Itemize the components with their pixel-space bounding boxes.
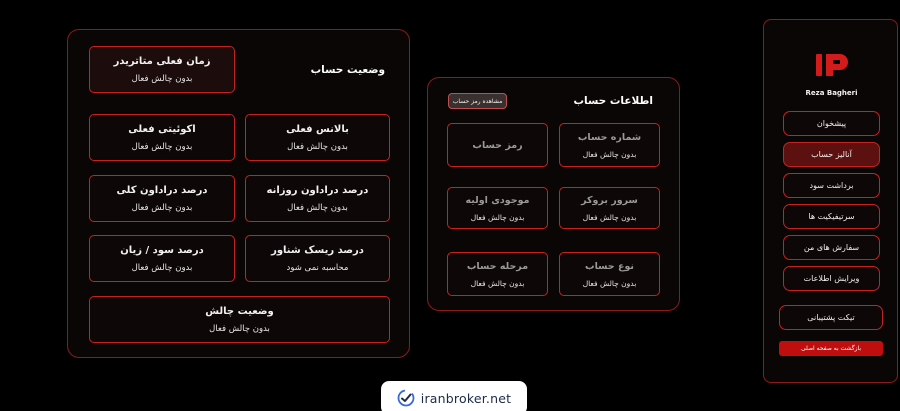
card-value: بدون چالش فعال <box>287 202 348 213</box>
card-title: بالانس فعلی <box>286 123 349 135</box>
user-name: Reza Bagheri <box>805 89 858 97</box>
card-title: اکوئیتی فعلی <box>128 123 196 135</box>
watermark: iranbroker.net <box>381 381 527 411</box>
challenge-status-value: بدون چالش فعال <box>209 323 270 334</box>
account-phase-card: مرحله حساب بدون چالش فعال <box>447 252 548 296</box>
trader-time-card: زمان فعلی متاتریدر بدون چالش فعال <box>89 46 235 93</box>
total-drawdown-card: درصد دراداون کلی بدون چالش فعال <box>89 175 235 222</box>
card-title: رمز حساب <box>472 139 523 151</box>
equity-card: اکوئیتی فعلی بدون چالش فعال <box>89 114 235 161</box>
sidebar: Reza Bagheri پیشخوان آنالیز حساب برداشت … <box>763 19 898 383</box>
challenge-status-card: وضعیت چالش بدون چالش فعال <box>89 296 390 343</box>
support-ticket-button[interactable]: تیکت پشتیبانی <box>779 305 883 330</box>
trader-time-title: زمان فعلی متاتریدر <box>113 55 211 67</box>
broker-server-card: سرور بروکر بدون چالش فعال <box>559 187 660 229</box>
account-status-heading: وضعیت حساب <box>310 64 385 76</box>
sidebar-item-my-orders[interactable]: سفارش های من <box>783 235 880 260</box>
account-password-card: رمز حساب <box>447 123 548 167</box>
profit-loss-card: درصد سود / زیان بدون چالش فعال <box>89 235 235 282</box>
card-value: بدون چالش فعال <box>470 212 525 222</box>
sidebar-item-certificates[interactable]: سرتیفیکیت ها <box>783 204 880 229</box>
sidebar-item-dashboard[interactable]: پیشخوان <box>783 111 880 136</box>
account-info-panel: اطلاعات حساب مشاهده رمز حساب شماره حساب … <box>427 77 680 311</box>
ip-logo-icon <box>816 54 848 76</box>
card-title: مرحله حساب <box>466 260 529 272</box>
floating-risk-card: درصد ریسک شناور محاسبه نمی شود <box>245 235 390 282</box>
card-value: بدون چالش فعال <box>287 141 348 152</box>
daily-drawdown-card: درصد دراداون روزانه بدون چالش فعال <box>245 175 390 222</box>
challenge-status-title: وضعیت چالش <box>205 305 274 317</box>
card-value: بدون چالش فعال <box>131 202 193 213</box>
sidebar-item-edit-profile[interactable]: ویرایش اطلاعات <box>783 266 880 291</box>
card-value: بدون چالش فعال <box>582 212 637 222</box>
account-status-panel: وضعیت حساب زمان فعلی متاتریدر بدون چالش … <box>67 29 410 358</box>
back-to-home-button[interactable]: بازگشت به صفحه اصلی <box>779 341 883 356</box>
card-value: بدون چالش فعال <box>582 149 637 159</box>
card-title: شماره حساب <box>577 131 642 143</box>
card-title: سرور بروکر <box>581 194 638 206</box>
card-title: نوع حساب <box>585 260 634 272</box>
initial-balance-card: موجودی اولیه بدون چالش فعال <box>447 187 548 229</box>
trader-time-value: بدون چالش فعال <box>131 73 193 84</box>
sidebar-item-account-analysis[interactable]: آنالیز حساب <box>783 142 880 167</box>
sidebar-item-profit-withdrawal[interactable]: برداشت سود <box>783 173 880 198</box>
show-password-button[interactable]: مشاهده رمز حساب <box>448 93 507 109</box>
card-value: بدون چالش فعال <box>582 278 637 288</box>
watermark-text: iranbroker.net <box>420 390 512 406</box>
card-title: درصد دراداون روزانه <box>266 184 369 196</box>
check-chart-icon <box>397 389 415 407</box>
card-title: درصد دراداون کلی <box>116 184 208 196</box>
card-value: بدون چالش فعال <box>131 262 193 273</box>
card-title: درصد سود / زیان <box>120 244 204 256</box>
card-value: بدون چالش فعال <box>131 141 193 152</box>
card-title: موجودی اولیه <box>465 194 530 206</box>
account-type-card: نوع حساب بدون چالش فعال <box>559 252 660 296</box>
balance-card: بالانس فعلی بدون چالش فعال <box>245 114 390 161</box>
card-title: درصد ریسک شناور <box>271 244 364 256</box>
account-number-card: شماره حساب بدون چالش فعال <box>559 123 660 167</box>
card-value: بدون چالش فعال <box>470 278 525 288</box>
card-value: محاسبه نمی شود <box>286 262 349 273</box>
account-info-heading: اطلاعات حساب <box>573 95 653 107</box>
